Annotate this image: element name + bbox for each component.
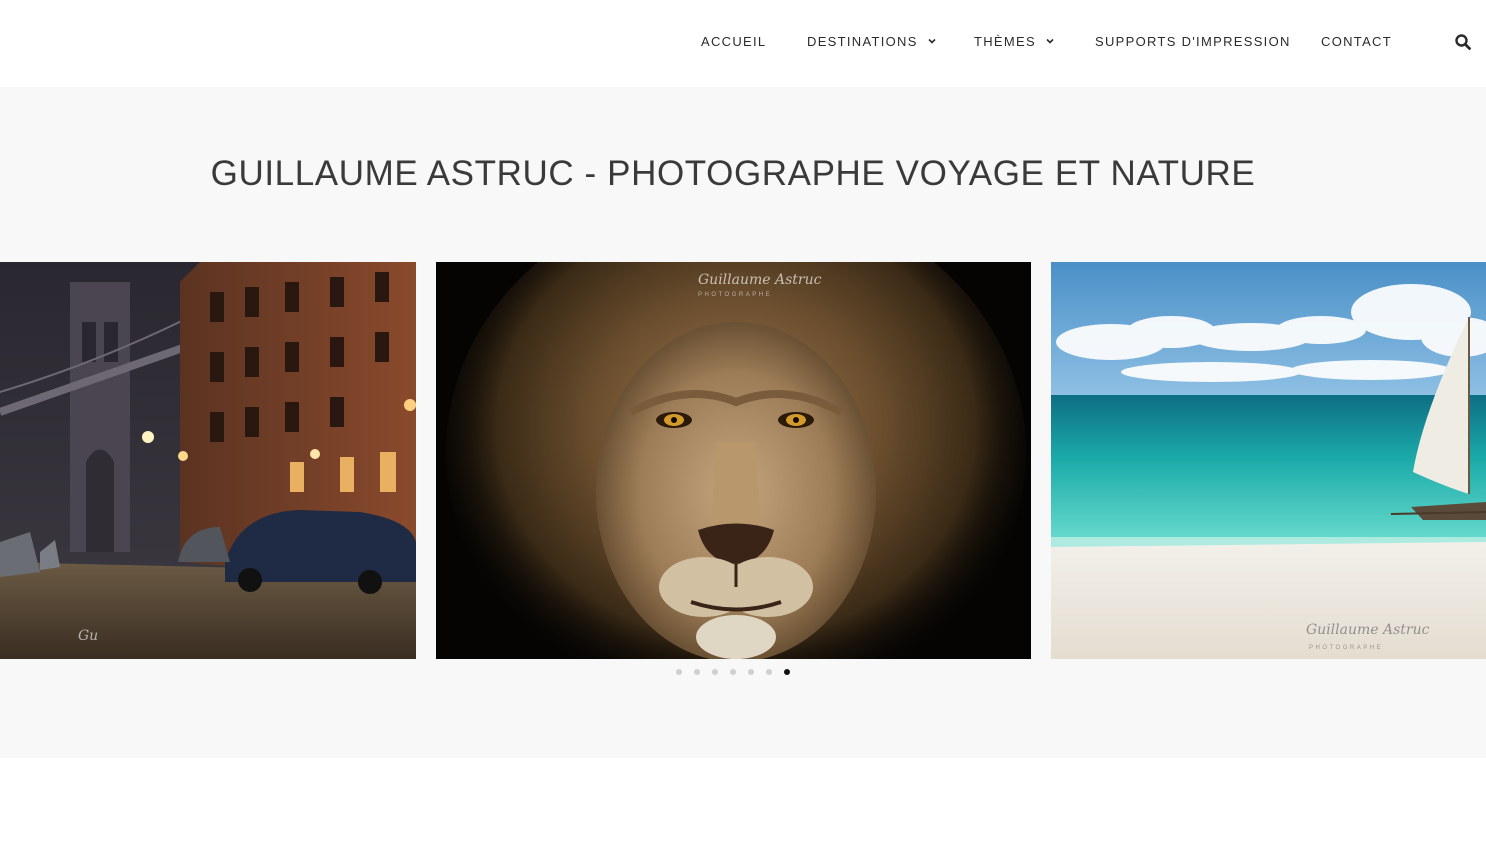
page-title: GUILLAUME ASTRUC - PHOTOGRAPHE VOYAGE ET… bbox=[210, 154, 1256, 193]
nav-contact-label: CONTACT bbox=[1321, 34, 1392, 49]
city-night-photo: Gu bbox=[0, 262, 416, 659]
nav-destinations[interactable]: DESTINATIONS bbox=[807, 34, 937, 49]
beach-sailboat-photo: Guillaume Astruc PHOTOGRAPHE bbox=[1051, 262, 1486, 659]
nav-destinations-label: DESTINATIONS bbox=[807, 34, 918, 49]
nav-accueil[interactable]: ACCUEIL bbox=[701, 34, 766, 49]
chevron-down-icon bbox=[1046, 38, 1054, 44]
carousel-dot-3[interactable] bbox=[712, 669, 718, 675]
nav-supports-impression[interactable]: SUPPORTS D'IMPRESSION bbox=[1095, 34, 1291, 49]
svg-text:Gu: Gu bbox=[78, 628, 98, 644]
chevron-down-icon bbox=[928, 38, 936, 44]
carousel-dot-7[interactable] bbox=[784, 669, 790, 675]
nav-contact[interactable]: CONTACT bbox=[1321, 34, 1392, 49]
watermark-subtitle-beach: PHOTOGRAPHE bbox=[1309, 645, 1383, 651]
site-header: ACCUEIL DESTINATIONS THÈMES SUPPORTS D'I… bbox=[0, 0, 1486, 87]
lion-portrait-photo: Guillaume Astruc PHOTOGRAPHE bbox=[436, 262, 1031, 659]
nav-themes-label: THÈMES bbox=[974, 34, 1036, 49]
watermark-signature: Guillaume Astruc bbox=[698, 272, 822, 288]
carousel-dot-2[interactable] bbox=[694, 669, 700, 675]
watermark-signature-beach: Guillaume Astruc bbox=[1306, 622, 1430, 638]
carousel-slide-lion[interactable]: Guillaume Astruc PHOTOGRAPHE bbox=[436, 262, 1031, 659]
carousel-pagination bbox=[676, 669, 790, 675]
carousel-dot-4[interactable] bbox=[730, 669, 736, 675]
carousel-slide-city-night[interactable]: Gu bbox=[0, 262, 416, 659]
nav-supports-label: SUPPORTS D'IMPRESSION bbox=[1095, 34, 1291, 49]
nav-accueil-label: ACCUEIL bbox=[701, 34, 767, 49]
carousel-slide-beach[interactable]: Guillaume Astruc PHOTOGRAPHE bbox=[1051, 262, 1486, 659]
watermark-subtitle: PHOTOGRAPHE bbox=[698, 292, 772, 298]
search-icon[interactable] bbox=[1454, 33, 1472, 51]
carousel-dot-6[interactable] bbox=[766, 669, 772, 675]
nav-themes[interactable]: THÈMES bbox=[974, 34, 1055, 49]
carousel-dot-1[interactable] bbox=[676, 669, 682, 675]
carousel-dot-5[interactable] bbox=[748, 669, 754, 675]
